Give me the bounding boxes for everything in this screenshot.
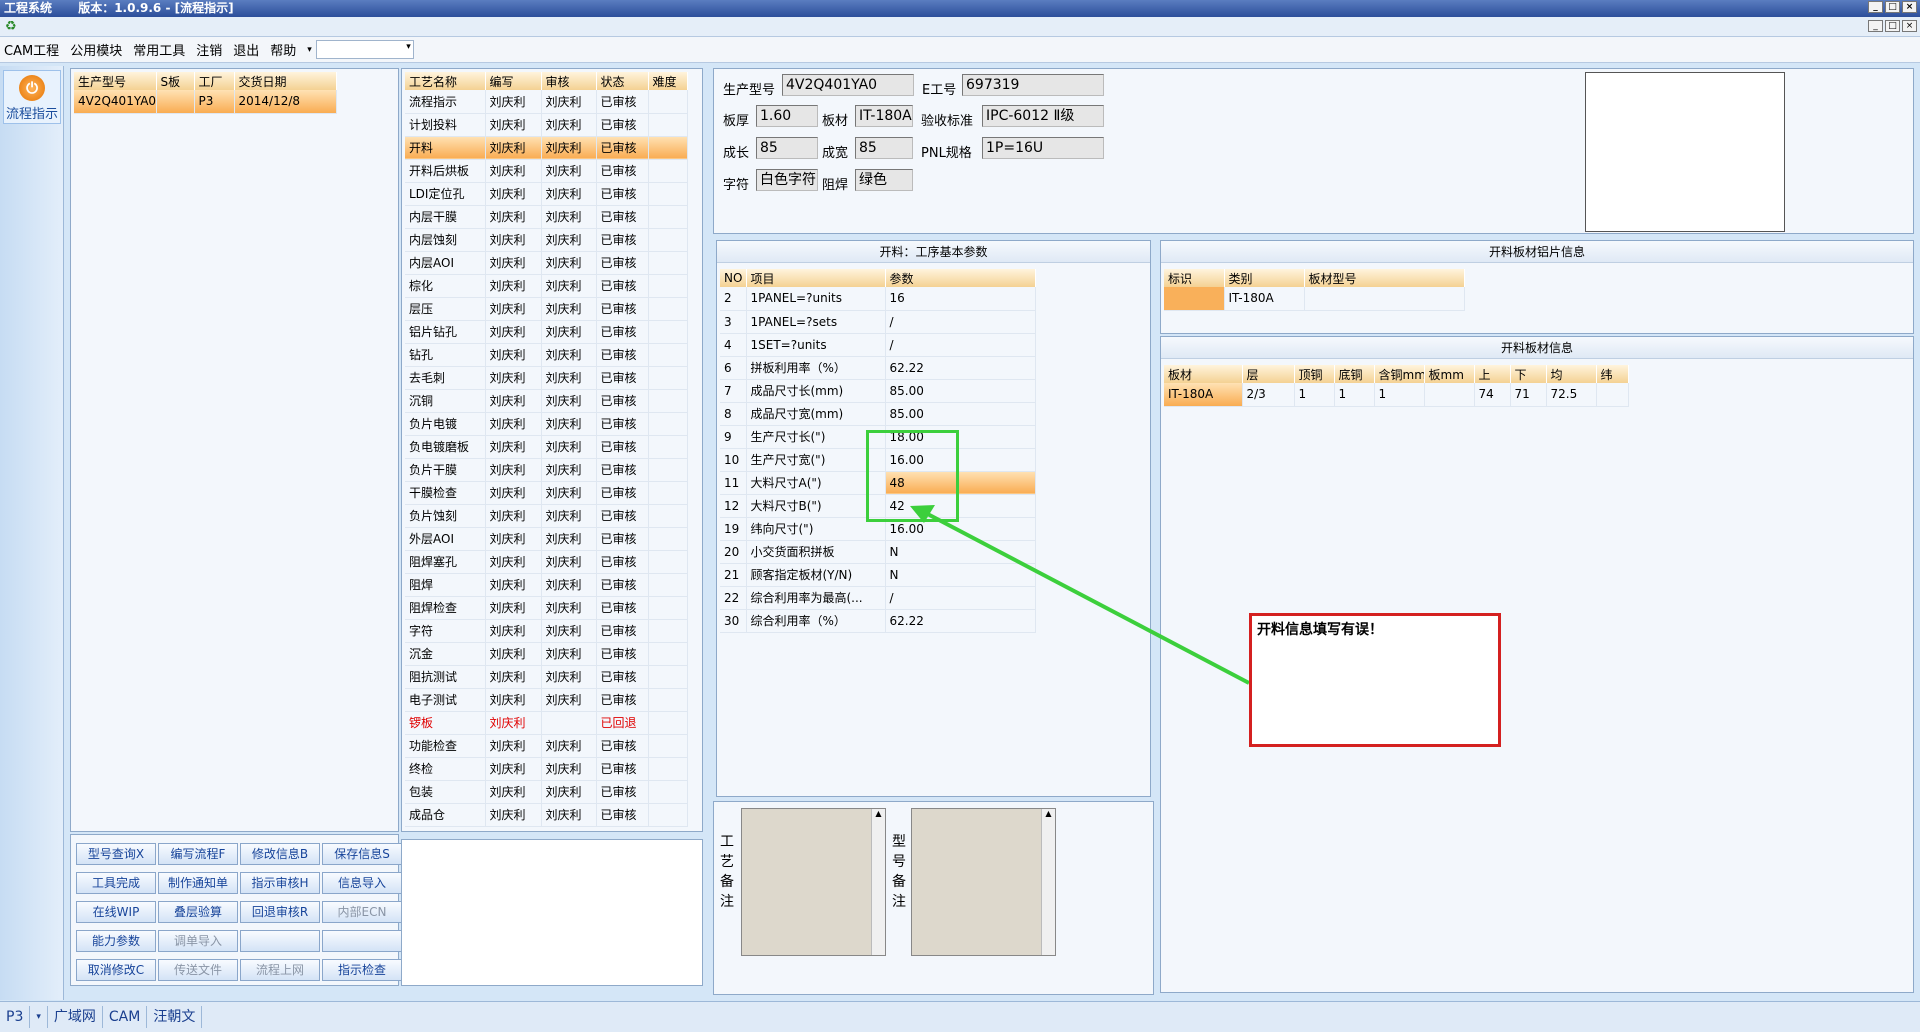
error-callout: 开料信息填写有误！ (1249, 613, 1501, 747)
status-bar: P3 ▾ 广域网 CAM 汪朝文 (0, 1001, 1920, 1032)
status-network: 广域网 (48, 1006, 103, 1028)
status-user: 汪朝文 (147, 1006, 203, 1028)
status-factory[interactable]: P3 (0, 1006, 31, 1028)
status-module: CAM (103, 1006, 148, 1028)
callout-arrow (910, 505, 1250, 685)
chevron-down-icon: ▾ (30, 1006, 48, 1028)
